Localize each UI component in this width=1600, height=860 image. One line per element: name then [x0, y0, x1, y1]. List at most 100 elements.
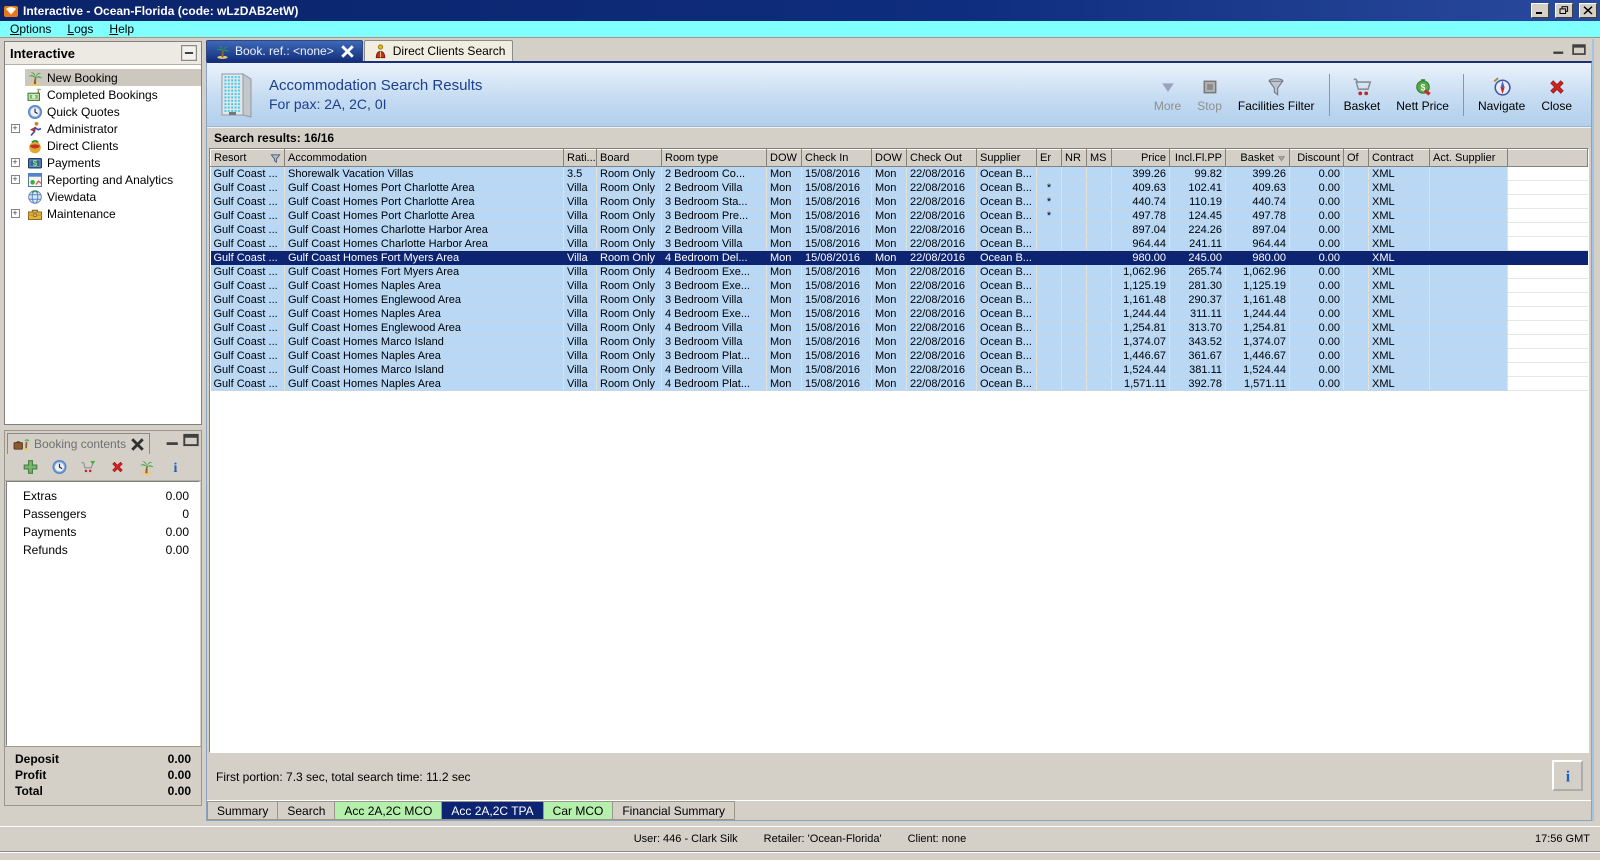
statusbar: User: 446 - Clark Silk Retailer: 'Ocean-… — [0, 826, 1600, 860]
expand-icon[interactable]: + — [10, 124, 20, 133]
info-icon[interactable]: i — [167, 459, 184, 475]
menu-item-logs[interactable]: Logs — [59, 21, 101, 38]
result-row[interactable]: Gulf Coast ... Gulf Coast Homes Naples Ar… — [210, 306, 1588, 321]
bottom-tab-acc-2a-2c-tpa[interactable]: Acc 2A,2C TPA — [442, 801, 544, 820]
column-header-act-supplier[interactable]: Act. Supplier — [1429, 149, 1508, 167]
expand-icon[interactable]: + — [10, 175, 20, 184]
minimize-window-button[interactable] — [1531, 3, 1549, 18]
collapse-panel-button[interactable] — [181, 45, 197, 61]
close-button[interactable]: Close — [1534, 75, 1579, 115]
bottom-tab-search[interactable]: Search — [278, 801, 336, 820]
column-label: Room type — [665, 152, 719, 164]
result-row[interactable]: Gulf Coast ... Gulf Coast Homes Port Char… — [210, 180, 1588, 195]
result-row[interactable]: Gulf Coast ... Gulf Coast Homes Marco Isl… — [210, 362, 1588, 377]
column-header-price[interactable]: Price — [1111, 149, 1170, 167]
column-header-discount[interactable]: Discount — [1289, 149, 1344, 167]
cell-of — [1343, 348, 1369, 363]
tab-direct-clients-search[interactable]: Direct Clients Search — [363, 40, 514, 61]
restore-window-button[interactable] — [1555, 3, 1573, 18]
result-row[interactable]: Gulf Coast ... Gulf Coast Homes Naples Ar… — [210, 278, 1588, 293]
sidebar-item-direct-clients[interactable]: Direct Clients — [5, 137, 201, 154]
cell-act-supplier — [1429, 222, 1508, 237]
expand-icon[interactable]: + — [10, 158, 20, 167]
sidebar-item-maintenance[interactable]: + Maintenance — [5, 205, 201, 222]
column-header-of[interactable]: Of — [1343, 149, 1369, 167]
bottom-tab-acc-2a-2c-mco[interactable]: Acc 2A,2C MCO — [335, 801, 443, 820]
column-header-check-out[interactable]: Check Out — [906, 149, 977, 167]
result-row[interactable]: Gulf Coast ... Shorewalk Vacation Villas 3… — [210, 166, 1588, 181]
menu-item-help[interactable]: Help — [101, 21, 142, 38]
search-results-label: Search results: 16/16 — [207, 127, 1591, 148]
bottom-tab-financial-summary[interactable]: Financial Summary — [613, 801, 736, 820]
sidebar-item-viewdata[interactable]: Viewdata — [5, 188, 201, 205]
cell-accommodation: Gulf Coast Homes Englewood Area — [284, 292, 564, 307]
navigate-button[interactable]: Navigate — [1471, 75, 1532, 115]
minimize-view-button[interactable] — [1552, 43, 1566, 56]
sidebar-item-quick-quotes[interactable]: Quick Quotes — [5, 103, 201, 120]
column-header-accommodation[interactable]: Accommodation — [284, 149, 564, 167]
cell-er: * — [1036, 180, 1062, 195]
column-header-rati[interactable]: Rati... — [563, 149, 597, 167]
column-header-incl-fl-pp[interactable]: Incl.Fl.PP — [1169, 149, 1226, 167]
column-header-nr[interactable]: NR — [1061, 149, 1087, 167]
result-row[interactable]: Gulf Coast ... Gulf Coast Homes Naples Ar… — [210, 348, 1588, 363]
result-row[interactable]: Gulf Coast ... Gulf Coast Homes Charlotte… — [210, 236, 1588, 251]
delete-icon[interactable] — [109, 459, 126, 475]
column-header-er[interactable]: Er — [1036, 149, 1062, 167]
sidebar-item-reporting-and-analytics[interactable]: + Reporting and Analytics — [5, 171, 201, 188]
column-header-supplier[interactable]: Supplier — [976, 149, 1037, 167]
cell-nr — [1061, 250, 1087, 265]
cell-act-supplier — [1429, 334, 1508, 349]
cell-basket: 497.78 — [1225, 208, 1290, 223]
result-row[interactable]: Gulf Coast ... Gulf Coast Homes Marco Isl… — [210, 334, 1588, 349]
nett-price-button[interactable]: $ Nett Price — [1389, 75, 1456, 115]
cell-dow: Mon — [871, 362, 907, 377]
column-header-resort[interactable]: Resort — [210, 149, 285, 167]
result-row[interactable]: Gulf Coast ... Gulf Coast Homes Port Char… — [210, 208, 1588, 223]
quick-quotes-icon[interactable] — [51, 459, 68, 475]
cell-nr — [1061, 376, 1087, 391]
result-row[interactable]: Gulf Coast ... Gulf Coast Homes Englewood… — [210, 320, 1588, 335]
facilities-filter-button[interactable]: Facilities Filter — [1231, 75, 1322, 115]
column-header-check-in[interactable]: Check In — [801, 149, 872, 167]
bottom-tab-car-mco[interactable]: Car MCO — [543, 801, 614, 820]
maximize-view-button[interactable] — [1572, 43, 1586, 56]
result-row[interactable]: Gulf Coast ... Gulf Coast Homes Englewood… — [210, 292, 1588, 307]
maximize-panel-button[interactable] — [183, 433, 199, 446]
minimize-panel-button[interactable] — [166, 433, 180, 446]
basket-button[interactable]: Basket — [1337, 75, 1388, 115]
menu-item-options[interactable]: Options — [2, 21, 59, 38]
cell-contract: XML — [1368, 306, 1430, 321]
column-header-ms[interactable]: MS — [1086, 149, 1112, 167]
result-row[interactable]: Gulf Coast ... Gulf Coast Homes Fort Myer… — [210, 250, 1588, 265]
cell-dow: Mon — [766, 278, 802, 293]
column-header-basket[interactable]: Basket — [1225, 149, 1290, 167]
info-button[interactable]: i — [1552, 760, 1583, 791]
cell-of — [1343, 180, 1369, 195]
sidebar-item-completed-bookings[interactable]: Completed Bookings — [5, 86, 201, 103]
sidebar-item-new-booking[interactable]: New Booking — [5, 69, 201, 86]
cell-room-type: 2 Bedroom Villa — [661, 180, 767, 195]
bottom-tab-summary[interactable]: Summary — [207, 801, 279, 820]
tab-book-ref-none[interactable]: Book. ref.: <none> — [206, 40, 363, 61]
cell-board: Room Only — [596, 264, 662, 279]
column-header-contract[interactable]: Contract — [1368, 149, 1430, 167]
result-row[interactable]: Gulf Coast ... Gulf Coast Homes Port Char… — [210, 194, 1588, 209]
column-header-board[interactable]: Board — [596, 149, 662, 167]
column-header-dow[interactable]: DOW — [766, 149, 802, 167]
sidebar-item-payments[interactable]: + $ Payments — [5, 154, 201, 171]
move-to-basket-icon[interactable] — [80, 459, 97, 475]
booking-contents-tab[interactable]: Booking contents — [7, 433, 151, 454]
close-tab-icon[interactable] — [340, 44, 355, 58]
close-window-button[interactable] — [1579, 3, 1597, 18]
sidebar-item-administrator[interactable]: + Administrator — [5, 120, 201, 137]
result-row[interactable]: Gulf Coast ... Gulf Coast Homes Naples Ar… — [210, 376, 1588, 391]
column-header-room-type[interactable]: Room type — [661, 149, 767, 167]
plus-icon[interactable] — [22, 459, 39, 475]
close-panel-icon[interactable] — [130, 437, 144, 451]
palm-tree-icon[interactable] — [138, 459, 155, 475]
result-row[interactable]: Gulf Coast ... Gulf Coast Homes Charlotte… — [210, 222, 1588, 237]
column-header-dow[interactable]: DOW — [871, 149, 907, 167]
expand-icon[interactable]: + — [10, 209, 20, 218]
result-row[interactable]: Gulf Coast ... Gulf Coast Homes Fort Myer… — [210, 264, 1588, 279]
